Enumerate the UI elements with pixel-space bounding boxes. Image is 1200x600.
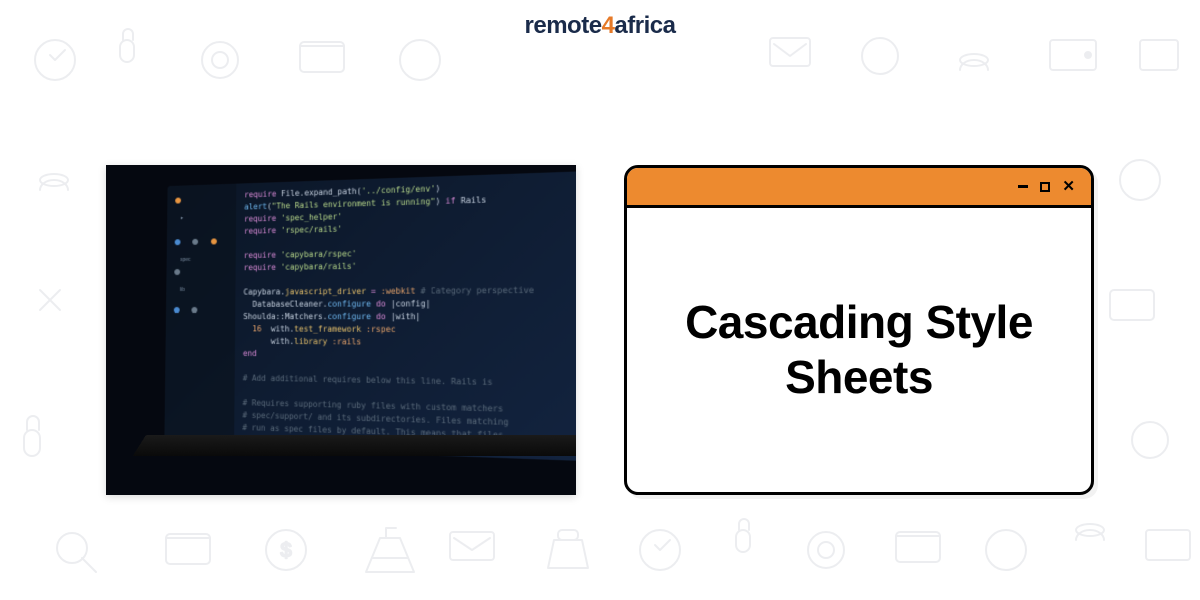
close-icon: ✕ <box>1062 179 1075 194</box>
maximize-icon <box>1040 182 1050 192</box>
content-row: ▸ spec lib require File.expand_path('../… <box>0 80 1200 600</box>
brand-prefix: remote <box>525 12 602 39</box>
ide-sidebar: ▸ spec lib <box>164 184 236 449</box>
brand-accent: 4 <box>602 12 615 39</box>
laptop-screen: ▸ spec lib require File.expand_path('../… <box>164 170 576 462</box>
window-titlebar: ✕ <box>627 168 1091 208</box>
header: remote4africa <box>0 12 1200 40</box>
minimize-icon <box>1018 185 1028 188</box>
brand-logo: remote4africa <box>525 12 676 40</box>
code-laptop-photo: ▸ spec lib require File.expand_path('../… <box>106 165 576 495</box>
ide-code-area: require File.expand_path('../config/env'… <box>242 177 576 462</box>
brand-suffix: africa <box>614 12 675 39</box>
card-title: Cascading Style Sheets <box>657 295 1061 405</box>
window-card: ✕ Cascading Style Sheets <box>624 165 1094 495</box>
laptop-base <box>133 435 576 456</box>
window-body: Cascading Style Sheets <box>627 208 1091 492</box>
